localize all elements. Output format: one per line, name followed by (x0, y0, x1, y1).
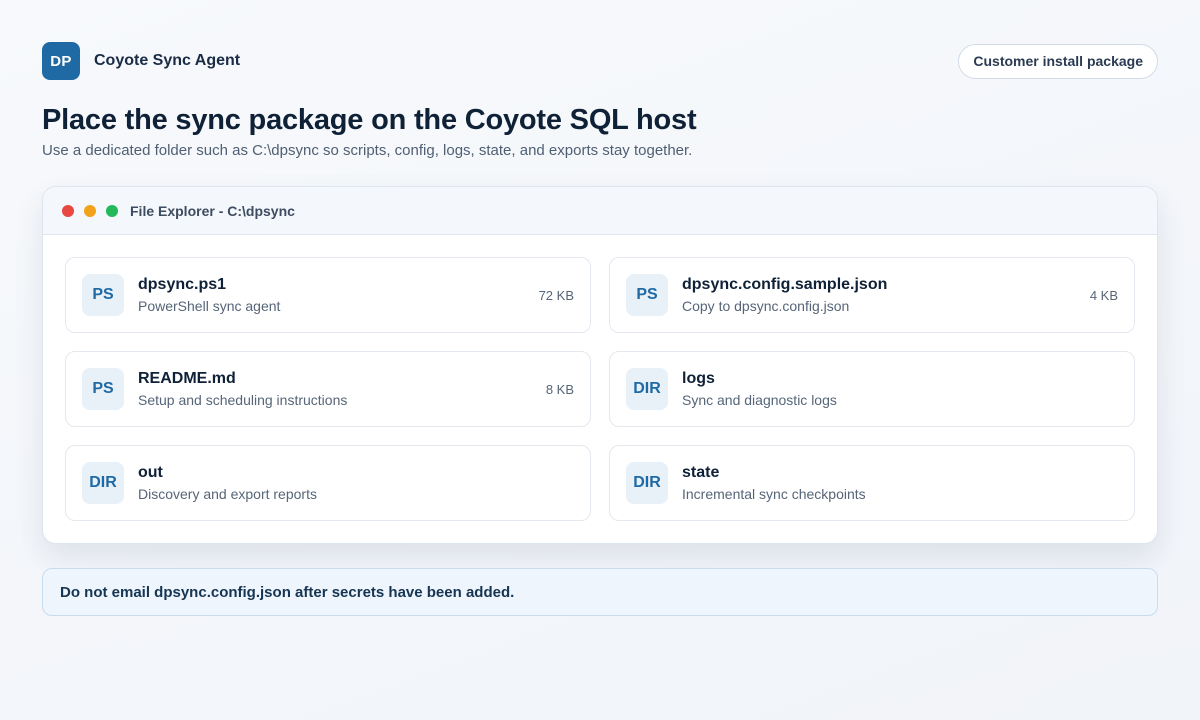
file-description: PowerShell sync agent (138, 297, 281, 314)
file-item-dpsync-config-sample-json[interactable]: PS dpsync.config.sample.json Copy to dps… (609, 257, 1135, 333)
folder-icon: DIR (626, 368, 668, 410)
maximize-window-icon[interactable] (106, 204, 118, 217)
header: DP Coyote Sync Agent Customer install pa… (42, 42, 1158, 80)
file-name: out (138, 463, 163, 481)
brand: DP Coyote Sync Agent (42, 42, 240, 80)
file-meta: logs Sync and diagnostic logs (682, 369, 837, 410)
folder-item-out[interactable]: DIR out Discovery and export reports (65, 445, 591, 521)
file-list: PS dpsync.ps1 PowerShell sync agent 72 K… (65, 257, 1135, 521)
file-description: Sync and diagnostic logs (682, 391, 837, 408)
file-meta: dpsync.ps1 PowerShell sync agent (138, 275, 280, 316)
folder-icon: DIR (626, 462, 668, 504)
powershell-file-icon: PS (82, 274, 124, 316)
file-name: logs (682, 369, 715, 387)
folder-icon: DIR (82, 462, 124, 504)
file-size: 4 KB (1089, 287, 1118, 303)
folder-item-logs[interactable]: DIR logs Sync and diagnostic logs (609, 351, 1135, 427)
file-meta: dpsync.config.sample.json Copy to dpsync… (682, 275, 887, 316)
file-item-readme-md[interactable]: PS README.md Setup and scheduling instru… (65, 351, 591, 427)
minimize-window-icon[interactable] (84, 204, 96, 217)
file-name: state (682, 463, 720, 481)
powershell-file-icon: PS (82, 368, 124, 410)
file-meta: out Discovery and export reports (138, 463, 317, 504)
file-description: Copy to dpsync.config.json (682, 297, 850, 314)
page-subtitle: Use a dedicated folder such as C:\dpsync… (42, 142, 693, 159)
file-name: dpsync.config.sample.json (682, 275, 888, 293)
window-titlebar: File Explorer - C:\dpsync (43, 187, 1157, 235)
file-item-dpsync-ps1[interactable]: PS dpsync.ps1 PowerShell sync agent 72 K… (65, 257, 591, 333)
file-name: dpsync.ps1 (138, 275, 227, 293)
app-logo: DP (42, 42, 80, 80)
security-notice: Do not email dpsync.config.json after se… (42, 568, 1158, 616)
customer-install-package-button[interactable]: Customer install package (958, 43, 1158, 79)
file-meta: state Incremental sync checkpoints (682, 463, 866, 504)
close-window-icon[interactable] (62, 204, 74, 217)
window-title: File Explorer - C:\dpsync (130, 202, 295, 219)
file-description: Incremental sync checkpoints (682, 485, 866, 502)
folder-item-state[interactable]: DIR state Incremental sync checkpoints (609, 445, 1135, 521)
file-size: 8 KB (545, 381, 574, 397)
app-name: Coyote Sync Agent (94, 52, 241, 69)
file-explorer-window: File Explorer - C:\dpsync PS dpsync.ps1 … (42, 186, 1158, 544)
file-size: 72 KB (538, 287, 574, 303)
file-description: Discovery and export reports (138, 485, 317, 502)
file-description: Setup and scheduling instructions (138, 391, 348, 408)
page: DP Coyote Sync Agent Customer install pa… (0, 0, 1200, 720)
file-name: README.md (138, 369, 236, 387)
page-title: Place the sync package on the Coyote SQL… (42, 104, 697, 136)
powershell-file-icon: PS (626, 274, 668, 316)
file-meta: README.md Setup and scheduling instructi… (138, 369, 347, 410)
